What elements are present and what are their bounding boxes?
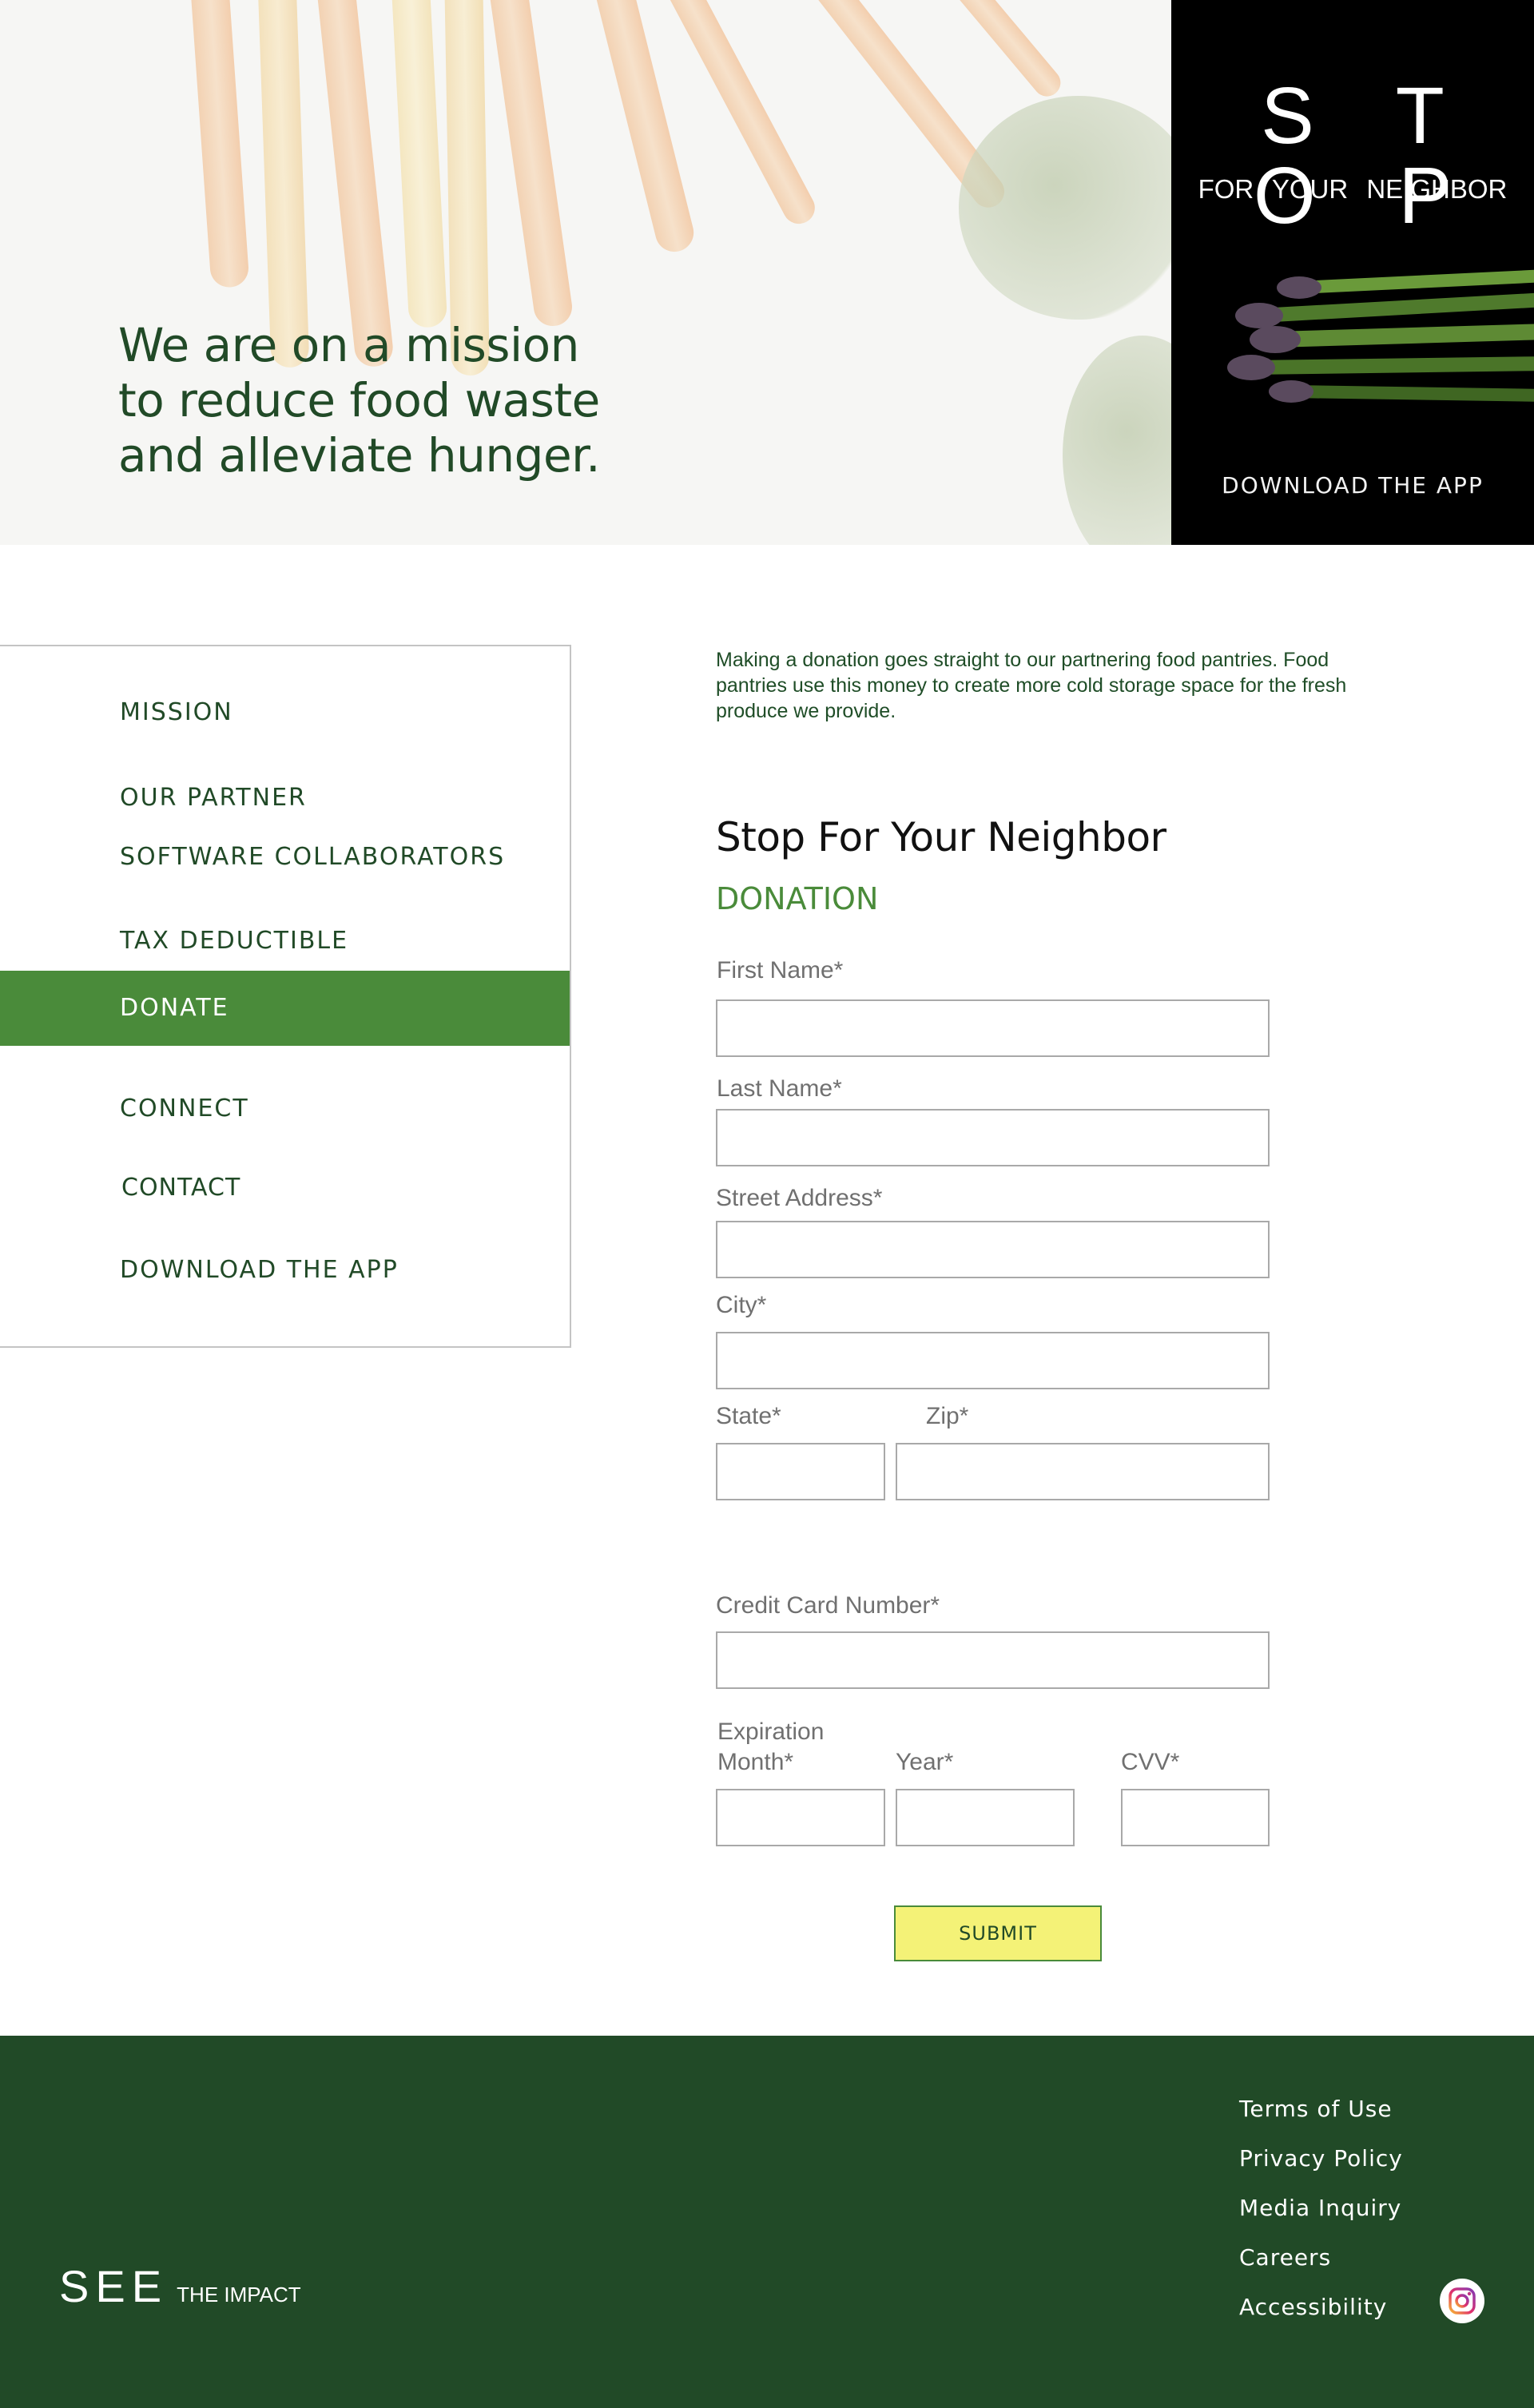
hero-headline: We are on a mission to reduce food waste…	[118, 318, 614, 483]
first-name-field[interactable]	[716, 999, 1270, 1057]
footer-link-careers[interactable]: Careers	[1239, 2247, 1331, 2269]
app-promo-panel: S T O P FOR YOUR NEIGHBOR DOWNLOAD THE A…	[1171, 0, 1534, 545]
carrot-image	[188, 0, 250, 289]
expiration-year-field[interactable]	[896, 1789, 1075, 1846]
last-name-field[interactable]	[716, 1109, 1270, 1166]
cvv-field[interactable]	[1121, 1789, 1270, 1846]
carrot-image	[586, 0, 698, 256]
brand-wordmark: SEE	[59, 2261, 169, 2311]
promo-subtitle: FOR YOUR NEIGHBOR	[1198, 174, 1508, 204]
sidebar-item-software-collaborators[interactable]: SOFTWARE COLLABORATORS	[0, 820, 570, 895]
sidebar-nav: MISSION OUR PARTNER SOFTWARE COLLABORATO…	[0, 645, 571, 1348]
carrot-image	[314, 0, 395, 369]
submit-button[interactable]: SUBMIT	[894, 1905, 1102, 1961]
sidebar-item-donate[interactable]: DONATE	[0, 971, 570, 1046]
asparagus-image	[1227, 269, 1534, 403]
expiration-month-field[interactable]	[716, 1789, 885, 1846]
site-footer: SEE THE IMPACT	[0, 2036, 1534, 2408]
sidebar-item-download-app[interactable]: DOWNLOAD THE APP	[0, 1233, 570, 1308]
zip-label: Zip*	[926, 1403, 969, 1429]
leaf-image	[959, 96, 1171, 320]
download-app-link[interactable]: DOWNLOAD THE APP	[1171, 475, 1534, 497]
city-label: City*	[716, 1292, 767, 1318]
first-name-label: First Name*	[717, 957, 844, 983]
hero-headline-line: and alleviate hunger.	[118, 428, 601, 483]
street-address-field[interactable]	[716, 1221, 1270, 1278]
footer-link-privacy[interactable]: Privacy Policy	[1239, 2148, 1403, 2170]
carrot-image	[256, 0, 310, 368]
expiration-label: Expiration	[717, 1719, 825, 1745]
form-subtitle: DONATION	[716, 881, 879, 916]
zip-field[interactable]	[896, 1443, 1270, 1500]
cvv-label: CVV*	[1121, 1749, 1180, 1775]
footer-link-media[interactable]: Media Inquiry	[1239, 2197, 1401, 2219]
hero-headline-line: to reduce food waste	[118, 373, 600, 427]
brand-tagline: THE IMPACT	[177, 2283, 301, 2307]
footer-link-accessibility[interactable]: Accessibility	[1239, 2296, 1387, 2319]
footer-link-terms[interactable]: Terms of Use	[1239, 2098, 1393, 2120]
sidebar-item-mission[interactable]: MISSION	[0, 675, 570, 750]
month-label: Month*	[717, 1749, 794, 1775]
state-field[interactable]	[716, 1443, 885, 1500]
state-label: State*	[716, 1403, 781, 1429]
sidebar-item-contact[interactable]: CONTACT	[0, 1150, 570, 1226]
instagram-glyph	[1449, 2287, 1476, 2315]
credit-card-label: Credit Card Number*	[716, 1592, 940, 1619]
donation-intro-text: Making a donation goes straight to our p…	[716, 649, 1347, 722]
year-label: Year*	[896, 1749, 954, 1775]
leaf-image	[1063, 336, 1171, 545]
last-name-label: Last Name*	[717, 1075, 842, 1102]
credit-card-field[interactable]	[716, 1631, 1270, 1689]
sidebar-item-tax-deductible[interactable]: TAX DEDUCTIBLE	[0, 904, 570, 979]
carrot-image	[942, 0, 1067, 102]
carrot-image	[486, 0, 575, 329]
instagram-icon[interactable]	[1440, 2279, 1484, 2323]
city-field[interactable]	[716, 1332, 1270, 1389]
hero-headline-line: We are on a mission	[118, 318, 579, 372]
sidebar-item-connect[interactable]: CONNECT	[0, 1071, 570, 1146]
footer-brand: SEE THE IMPACT	[59, 2264, 301, 2309]
street-address-label: Street Address*	[716, 1185, 883, 1211]
form-title: Stop For Your Neighbor	[716, 814, 1166, 860]
hero-banner: We are on a mission to reduce food waste…	[0, 0, 1171, 545]
carrot-image	[389, 0, 448, 328]
